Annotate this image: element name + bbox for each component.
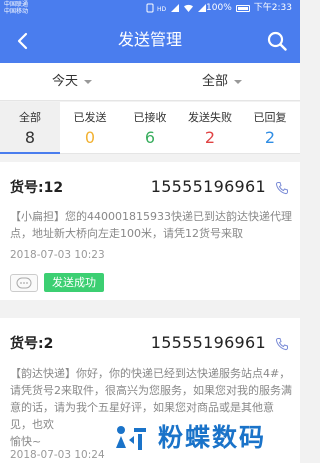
scope-filter-dropdown[interactable]: 全部 xyxy=(202,73,243,91)
card-actions: 发送成功 xyxy=(10,273,104,292)
filter-bar: 今天 全部 xyxy=(0,63,300,101)
carrier-1: 中国联通 xyxy=(4,1,29,8)
call-button[interactable] xyxy=(272,178,292,198)
tab-failed[interactable]: 发送失败 2 xyxy=(180,102,240,153)
card-header: 货号:2 15555196961 xyxy=(10,332,292,356)
tab-sent[interactable]: 已发送 0 xyxy=(60,102,120,153)
status-badge: 发送成功 xyxy=(44,273,104,292)
wifi-icon xyxy=(184,4,193,12)
watermark: 粉蝶数码 xyxy=(112,412,300,463)
status-tabs: 全部 8 已发送 0 已接收 6 发送失败 2 已回复 2 xyxy=(0,102,300,154)
clock: 下午2:33 xyxy=(253,3,292,13)
phone-icon xyxy=(275,182,288,195)
title-bar: 发送管理 xyxy=(0,18,300,63)
message-time: 2018-07-03 10:24 xyxy=(10,449,105,461)
caret-down-icon xyxy=(234,80,243,84)
caret-down-icon xyxy=(84,80,93,84)
network-icons: HD xyxy=(146,3,207,13)
tab-label: 全部 xyxy=(19,111,41,124)
phone-number: 15555196961 xyxy=(150,333,266,352)
search-icon xyxy=(267,31,287,51)
tracking-number: 货号:12 xyxy=(10,180,64,196)
status-right: 100% 下午2:33 xyxy=(206,2,292,14)
tab-label: 发送失败 xyxy=(188,111,232,124)
tab-count: 2 xyxy=(204,128,216,147)
battery-icon xyxy=(235,4,250,12)
message-card[interactable]: 货号:12 15555196961 【小扁担】您的440001815933快递已… xyxy=(0,162,300,300)
watermark-logo-icon xyxy=(112,421,150,456)
status-bar: 中国联通 中国移动 HD 100% 下午2:33 xyxy=(0,0,300,18)
chat-icon xyxy=(16,277,32,288)
tab-label: 已接收 xyxy=(133,111,167,124)
watermark-text: 粉蝶数码 xyxy=(158,422,267,452)
hd-icon: HD xyxy=(157,6,167,13)
phone-icon xyxy=(275,338,288,351)
tab-replied[interactable]: 已回复 2 xyxy=(240,102,300,153)
date-filter-dropdown[interactable]: 今天 xyxy=(52,73,93,91)
sim-icon xyxy=(146,3,154,13)
signal-icon xyxy=(171,4,179,12)
call-button[interactable] xyxy=(272,334,292,354)
scope-filter-label: 全部 xyxy=(202,74,229,89)
chat-button[interactable] xyxy=(10,273,38,292)
date-filter-label: 今天 xyxy=(52,74,79,89)
message-time: 2018-07-03 10:23 xyxy=(10,249,105,261)
tab-received[interactable]: 已接收 6 xyxy=(120,102,180,153)
tab-label: 已发送 xyxy=(73,111,107,124)
tab-label: 已回复 xyxy=(253,111,287,124)
message-tag: 【小扁担】 xyxy=(10,210,65,223)
message-text-tail: 愉快~ xyxy=(10,435,42,448)
search-button[interactable] xyxy=(260,24,294,58)
message-body: 【小扁担】您的440001815933快递已到达韵达快递代理点，地址新大桥向左走… xyxy=(10,208,292,242)
svg-text:HD: HD xyxy=(157,6,167,13)
tracking-number: 货号:2 xyxy=(10,336,54,352)
page-title: 发送管理 xyxy=(117,30,182,49)
tab-all[interactable]: 全部 8 xyxy=(0,102,60,154)
tab-count: 6 xyxy=(144,128,156,147)
tab-count: 8 xyxy=(24,128,36,147)
battery-percent: 100% xyxy=(206,3,232,13)
message-tag: 【韵达快递】 xyxy=(10,367,76,380)
card-header: 货号:12 15555196961 xyxy=(10,176,292,200)
carrier-2: 中国移动 xyxy=(4,8,29,15)
phone-number: 15555196961 xyxy=(150,177,266,196)
carrier-info: 中国联通 中国移动 xyxy=(4,1,28,15)
tab-count: 2 xyxy=(264,128,276,147)
tab-count: 0 xyxy=(84,128,96,147)
